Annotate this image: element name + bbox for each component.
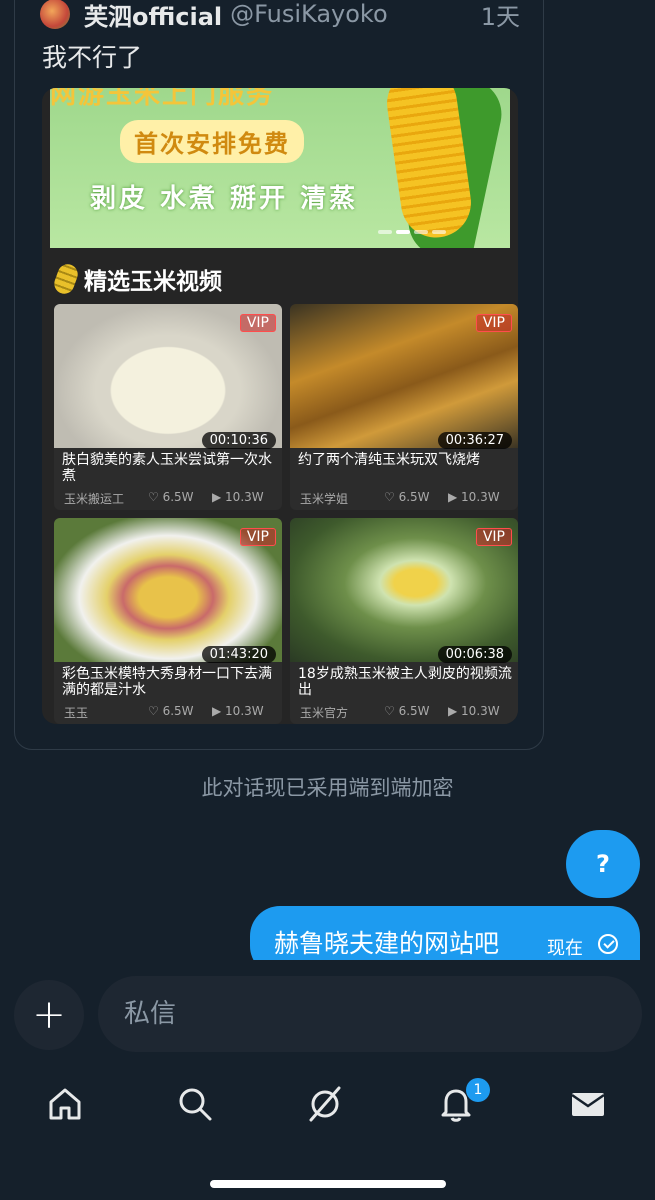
video-views: ▶ 10.3W <box>448 490 500 504</box>
banner-line: 剥皮 水煮 掰开 清蒸 <box>90 184 359 214</box>
video-card: VIP 00:06:38 18岁成熟玉米被主人剥皮的视频流出 玉米官方 ♡ 6.… <box>290 518 518 724</box>
section-title: 精选玉米视频 <box>51 261 222 297</box>
dm-input[interactable] <box>98 976 642 1052</box>
help-bubble-label: ? <box>596 850 610 878</box>
video-meta: 玉米学姐 ♡ 6.5W ▶ 10.3W <box>300 490 510 507</box>
video-author: 玉米搬运工 <box>64 492 125 506</box>
author-name: 芙泗official <box>84 2 223 31</box>
heart-icon: ♡ <box>148 704 163 718</box>
tweet-text: 我不行了 <box>42 43 143 72</box>
video-meta: 玉米官方 ♡ 6.5W ▶ 10.3W <box>300 704 510 721</box>
section-title-label: 精选玉米视频 <box>84 269 222 295</box>
messages-icon[interactable] <box>568 1084 608 1124</box>
carousel-dots <box>378 230 446 234</box>
video-likes: ♡ 6.5W <box>148 704 194 718</box>
bottom-nav: 1 <box>0 1070 655 1140</box>
heart-icon: ♡ <box>384 490 399 504</box>
plus-icon: + <box>32 992 66 1038</box>
vip-badge: VIP <box>239 528 276 546</box>
check-circle-icon <box>598 934 618 954</box>
sent-message-time: 现在 <box>547 938 583 959</box>
tweet-author-row[interactable]: 芙泗official @FusiKayoko 1天 <box>40 0 520 31</box>
help-bubble[interactable]: ? <box>566 830 640 898</box>
banner-top-text: 网游玉米上门服务 <box>50 88 275 110</box>
vip-badge: VIP <box>475 314 512 332</box>
video-title: 肤白貌美的素人玉米尝试第一次水煮 <box>62 452 272 484</box>
home-icon[interactable] <box>45 1084 85 1124</box>
video-views: ▶ 10.3W <box>448 704 500 718</box>
video-title: 彩色玉米模特大秀身材一口下去满满的都是汁水 <box>62 666 272 698</box>
video-likes: ♡ 6.5W <box>384 704 430 718</box>
vip-badge: VIP <box>239 314 276 332</box>
video-duration: 00:36:27 <box>437 432 512 449</box>
search-icon[interactable] <box>175 1084 215 1124</box>
encryption-notice: 此对话现已采用端到端加密 <box>201 776 454 800</box>
video-card: VIP 00:10:36 肤白貌美的素人玉米尝试第一次水煮 玉米搬运工 ♡ 6.… <box>54 304 282 510</box>
tweet-time: 1天 <box>480 2 520 31</box>
heart-icon: ♡ <box>384 704 399 718</box>
sent-message-text: 赫鲁晓夫建的网站吧 <box>274 929 500 958</box>
video-duration: 00:10:36 <box>201 432 276 449</box>
play-icon: ▶ <box>212 490 226 504</box>
video-duration: 01:43:20 <box>201 646 276 663</box>
video-likes: ♡ 6.5W <box>148 490 194 504</box>
video-card: VIP 00:36:27 约了两个清纯玉米玩双飞烧烤 玉米学姐 ♡ 6.5W ▶… <box>290 304 518 510</box>
author-handle: @FusiKayoko <box>230 0 388 28</box>
video-author: 玉米官方 <box>300 706 349 720</box>
video-duration: 00:06:38 <box>437 646 512 663</box>
video-author: 玉米学姐 <box>300 492 349 506</box>
video-likes: ♡ 6.5W <box>384 490 430 504</box>
heart-icon: ♡ <box>148 490 163 504</box>
video-card: VIP 01:43:20 彩色玉米模特大秀身材一口下去满满的都是汁水 玉玉 ♡ … <box>54 518 282 724</box>
play-icon: ▶ <box>448 490 462 504</box>
vip-badge: VIP <box>475 528 512 546</box>
play-icon: ▶ <box>212 704 226 718</box>
video-meta: 玉玉 ♡ 6.5W ▶ 10.3W <box>64 704 274 721</box>
video-title: 18岁成熟玉米被主人剥皮的视频流出 <box>298 666 512 698</box>
notification-badge: 1 <box>466 1078 490 1102</box>
video-views: ▶ 10.3W <box>212 704 264 718</box>
play-icon: ▶ <box>448 704 462 718</box>
banner-pill: 首次安排免费 <box>120 120 304 163</box>
grok-icon[interactable] <box>305 1084 345 1124</box>
add-media-button[interactable]: + <box>14 980 84 1050</box>
video-title: 约了两个清纯玉米玩双飞烧烤 <box>298 452 480 468</box>
corn-icon <box>51 261 81 297</box>
avatar[interactable] <box>40 0 70 29</box>
corn-banner: 网游玉米上门服务 首次安排免费 剥皮 水煮 掰开 清蒸 <box>50 88 510 248</box>
video-views: ▶ 10.3W <box>212 490 264 504</box>
video-author: 玉玉 <box>64 706 89 720</box>
home-indicator <box>210 1180 446 1188</box>
video-meta: 玉米搬运工 ♡ 6.5W ▶ 10.3W <box>64 490 274 507</box>
tweet-image[interactable]: 网游玉米上门服务 首次安排免费 剥皮 水煮 掰开 清蒸 精选玉米视频 VIP 0… <box>42 88 518 724</box>
